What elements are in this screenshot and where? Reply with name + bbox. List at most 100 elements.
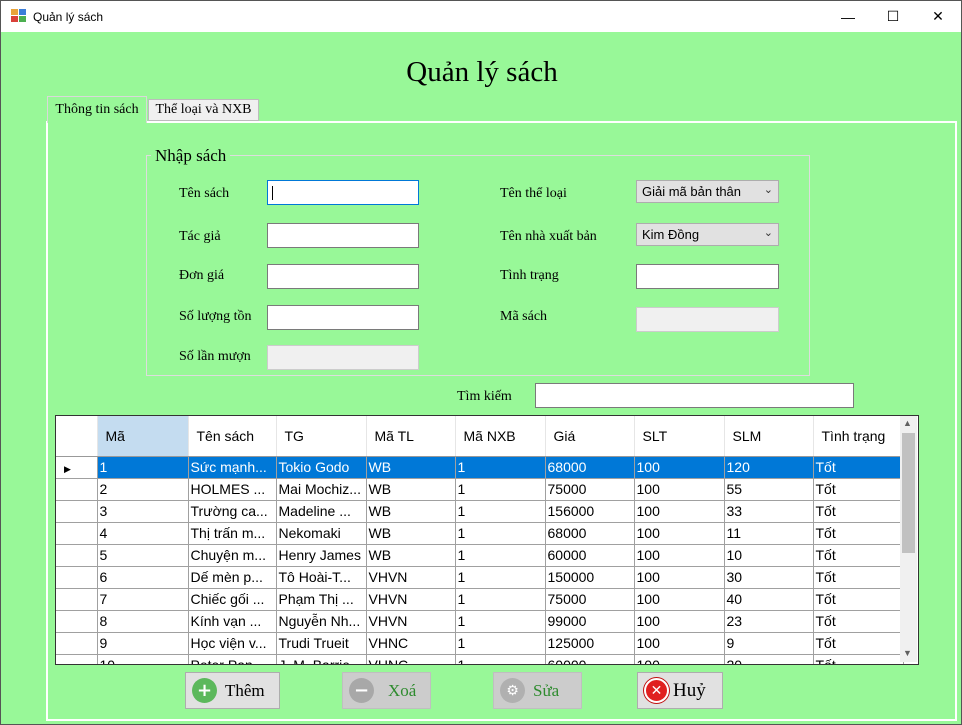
cell-ma-nxb[interactable]: 1	[455, 522, 546, 545]
cell-ma[interactable]: 6	[97, 566, 189, 589]
cell-ten-sach[interactable]: Chiếc gối ...	[188, 588, 277, 611]
cell-ma-tl[interactable]: VHNC	[366, 654, 456, 664]
cell-ma-tl[interactable]: WB	[366, 544, 456, 567]
cell-tinh-trang[interactable]: Tốt	[813, 610, 904, 633]
cell-tg[interactable]: Nguyễn Nh...	[276, 610, 367, 633]
cell-ten-sach[interactable]: Trường ca...	[188, 500, 277, 523]
column-header-tg[interactable]: TG	[276, 416, 367, 457]
column-header-slt[interactable]: SLT	[634, 416, 725, 457]
cell-slm[interactable]: 9	[724, 632, 814, 655]
cell-ma[interactable]: 2	[97, 478, 189, 501]
cell-ma-tl[interactable]: VHVN	[366, 588, 456, 611]
so-luong-ton-input[interactable]	[267, 305, 419, 330]
scroll-down-icon[interactable]: ▼	[903, 648, 912, 658]
table-row[interactable]: 4 Thị trấn m... Nekomaki WB 1 68000 100 11 Tốt	[56, 522, 904, 545]
cell-ten-sach[interactable]: Peter Pan	[188, 654, 277, 664]
cell-tg[interactable]: Tô Hoài-T...	[276, 566, 367, 589]
cell-ma-nxb[interactable]: 1	[455, 632, 546, 655]
them-button[interactable]: + Thêm	[185, 672, 280, 709]
cell-slt[interactable]: 100	[634, 632, 725, 655]
cell-gia[interactable]: 60000	[545, 654, 635, 664]
cell-ma[interactable]: 3	[97, 500, 189, 523]
cell-ma-tl[interactable]: WB	[366, 500, 456, 523]
row-header[interactable]	[56, 522, 98, 545]
cell-slt[interactable]: 100	[634, 588, 725, 611]
cell-ma-tl[interactable]: WB	[366, 478, 456, 501]
row-header[interactable]: ▶	[56, 456, 98, 479]
cell-tg[interactable]: Tokio Godo	[276, 456, 367, 479]
the-loai-select[interactable]: Giải mã bản thân ⌄	[636, 180, 779, 203]
column-header-ma-tl[interactable]: Mã TL	[366, 416, 456, 457]
column-header-tinh-trang[interactable]: Tình trạng	[813, 416, 904, 457]
cell-slm[interactable]: 33	[724, 500, 814, 523]
cell-ma-nxb[interactable]: 1	[455, 566, 546, 589]
cell-slm[interactable]: 23	[724, 610, 814, 633]
cell-ma-tl[interactable]: VHNC	[366, 632, 456, 655]
search-input[interactable]	[535, 383, 854, 408]
cell-tg[interactable]: Henry James	[276, 544, 367, 567]
table-row[interactable]: 10 Peter Pan J. M. Barrie VHNC 1 60000 100 20 Tố…	[56, 654, 904, 664]
cell-slm[interactable]: 40	[724, 588, 814, 611]
nxb-select[interactable]: Kim Đồng ⌄	[636, 223, 779, 246]
cell-ma[interactable]: 10	[97, 654, 189, 664]
cell-tinh-trang[interactable]: Tốt	[813, 566, 904, 589]
cell-ma-nxb[interactable]: 1	[455, 610, 546, 633]
cell-slt[interactable]: 100	[634, 522, 725, 545]
cell-tinh-trang[interactable]: Tốt	[813, 632, 904, 655]
cell-ten-sach[interactable]: Thị trấn m...	[188, 522, 277, 545]
cell-ma-tl[interactable]: VHVN	[366, 566, 456, 589]
row-header[interactable]	[56, 610, 98, 633]
ten-sach-input[interactable]	[267, 180, 419, 205]
cell-gia[interactable]: 150000	[545, 566, 635, 589]
row-header[interactable]	[56, 500, 98, 523]
tab-thong-tin-sach[interactable]: Thông tin sách	[47, 96, 147, 123]
cell-ma[interactable]: 7	[97, 588, 189, 611]
table-row[interactable]: ▶ 1 Sức mạnh... Tokio Godo WB 1 68000 100 120 Tốt	[56, 456, 904, 479]
row-header[interactable]	[56, 544, 98, 567]
cell-gia[interactable]: 75000	[545, 588, 635, 611]
column-header-ma[interactable]: Mã	[97, 416, 189, 457]
cell-ma-nxb[interactable]: 1	[455, 500, 546, 523]
xoa-button[interactable]: − Xoá	[342, 672, 431, 709]
column-header-ma-nxb[interactable]: Mã NXB	[455, 416, 546, 457]
cell-tinh-trang[interactable]: Tốt	[813, 478, 904, 501]
minimize-button[interactable]: —	[825, 1, 871, 32]
cell-slt[interactable]: 100	[634, 610, 725, 633]
cell-tinh-trang[interactable]: Tốt	[813, 522, 904, 545]
scroll-up-icon[interactable]: ▲	[903, 418, 912, 428]
cell-ma-nxb[interactable]: 1	[455, 544, 546, 567]
books-grid[interactable]: Mã Tên sách TG Mã TL Mã NXB Giá SLT SLM …	[55, 415, 919, 665]
cell-slm[interactable]: 55	[724, 478, 814, 501]
table-row[interactable]: 2 HOLMES ... Mai Mochiz... WB 1 75000 100 55 Tốt	[56, 478, 904, 501]
cell-tinh-trang[interactable]: Tốt	[813, 500, 904, 523]
column-header-ten-sach[interactable]: Tên sách	[188, 416, 277, 457]
row-header[interactable]	[56, 566, 98, 589]
sua-button[interactable]: ⚙ Sửa	[493, 672, 582, 709]
grid-vertical-scrollbar[interactable]: ▲ ▼	[900, 416, 917, 662]
cell-ma[interactable]: 1	[97, 456, 189, 479]
cell-slm[interactable]: 120	[724, 456, 814, 479]
cell-ma-nxb[interactable]: 1	[455, 588, 546, 611]
title-bar[interactable]: Quản lý sách — ☐ ✕	[1, 1, 961, 32]
don-gia-input[interactable]	[267, 264, 419, 289]
row-header[interactable]	[56, 478, 98, 501]
cell-tg[interactable]: Madeline ...	[276, 500, 367, 523]
table-row[interactable]: 9 Học viện v... Trudi Trueit VHNC 1 125000 100…	[56, 632, 904, 655]
cell-tg[interactable]: Mai Mochiz...	[276, 478, 367, 501]
cell-gia[interactable]: 75000	[545, 478, 635, 501]
row-header[interactable]	[56, 632, 98, 655]
cell-slt[interactable]: 100	[634, 478, 725, 501]
tab-the-loai-nxb[interactable]: Thể loại và NXB	[148, 99, 259, 121]
cell-gia[interactable]: 156000	[545, 500, 635, 523]
table-row[interactable]: 8 Kính vạn ... Nguyễn Nh... VHVN 1 99000 100 23…	[56, 610, 904, 633]
cell-tinh-trang[interactable]: Tốt	[813, 654, 904, 664]
cell-slt[interactable]: 100	[634, 566, 725, 589]
cell-ma-nxb[interactable]: 1	[455, 456, 546, 479]
row-header[interactable]	[56, 654, 98, 664]
cell-gia[interactable]: 99000	[545, 610, 635, 633]
maximize-button[interactable]: ☐	[870, 1, 916, 32]
cell-slm[interactable]: 11	[724, 522, 814, 545]
cell-tg[interactable]: Phạm Thị ...	[276, 588, 367, 611]
cell-ten-sach[interactable]: Học viện v...	[188, 632, 277, 655]
cell-gia[interactable]: 68000	[545, 522, 635, 545]
